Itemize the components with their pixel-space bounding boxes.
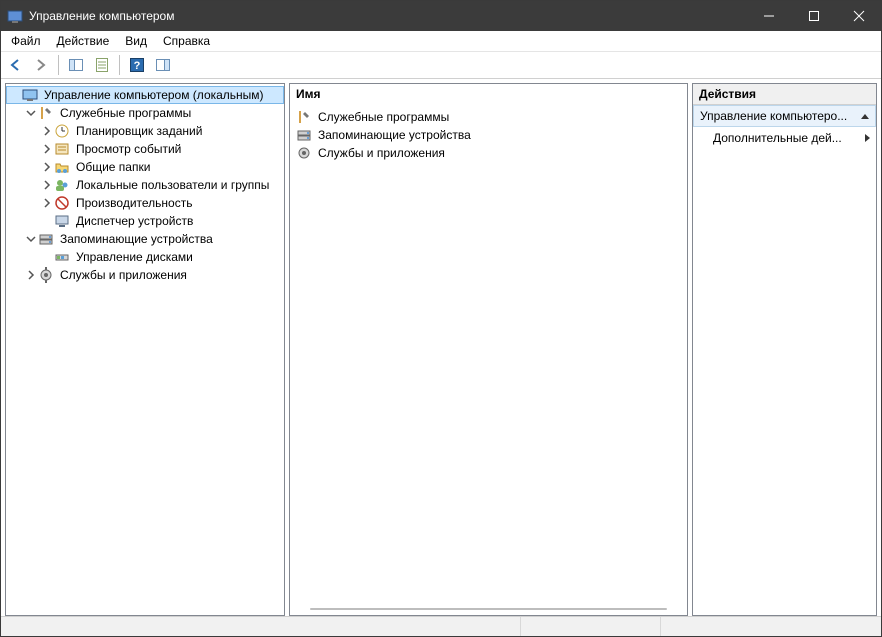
list-item-system-tools[interactable]: Служебные программы	[292, 108, 685, 126]
tree-system-tools-label: Служебные программы	[58, 106, 193, 120]
storage-icon	[38, 231, 54, 247]
tree-storage-label: Запоминающие устройства	[58, 232, 215, 246]
twisty-closed-icon[interactable]	[40, 142, 54, 156]
status-bar	[1, 616, 881, 636]
tree-storage[interactable]: Запоминающие устройства	[22, 230, 284, 248]
tree-event-viewer[interactable]: Просмотр событий	[38, 140, 284, 158]
tools-icon	[38, 105, 54, 121]
show-hide-action-pane-button[interactable]	[151, 53, 175, 77]
actions-header: Действия	[693, 84, 876, 105]
tree-root[interactable]: Управление компьютером (локальным)	[6, 86, 284, 104]
tree-device-manager[interactable]: Диспетчер устройств	[38, 212, 284, 230]
tree: Управление компьютером (локальным) Служе…	[6, 84, 284, 615]
tree-disk-management[interactable]: Управление дисками	[38, 248, 284, 266]
tree-disk-management-label: Управление дисками	[74, 250, 195, 264]
twisty-closed-icon[interactable]	[40, 160, 54, 174]
horizontal-scrollbar[interactable]	[310, 605, 667, 613]
tree-services-apps-label: Службы и приложения	[58, 268, 189, 282]
shared-folders-icon	[54, 159, 70, 175]
status-segment	[521, 617, 661, 636]
status-segment	[1, 617, 521, 636]
twisty-closed-icon[interactable]	[40, 124, 54, 138]
svg-text:?: ?	[134, 60, 141, 72]
menu-help[interactable]: Справка	[155, 32, 218, 50]
actions-more[interactable]: Дополнительные дей...	[693, 127, 876, 149]
app-window: Управление компьютером Файл Действие Вид…	[0, 0, 882, 637]
tree-performance-label: Производительность	[74, 196, 194, 210]
forward-button[interactable]	[29, 53, 53, 77]
minimize-button[interactable]	[746, 1, 791, 31]
back-button[interactable]	[3, 53, 27, 77]
menu-file[interactable]: Файл	[3, 32, 49, 50]
list-pane: Имя Служебные программы Запоминающие уст…	[289, 83, 688, 616]
clock-icon	[54, 123, 70, 139]
tree-shared-folders-label: Общие папки	[74, 160, 152, 174]
twisty-closed-icon[interactable]	[24, 268, 38, 282]
list-header-name[interactable]: Имя	[290, 84, 687, 106]
tree-root-label: Управление компьютером (локальным)	[42, 88, 266, 102]
title-bar: Управление компьютером	[1, 1, 881, 31]
window-title: Управление компьютером	[29, 9, 746, 23]
users-icon	[54, 177, 70, 193]
actions-more-label: Дополнительные дей...	[713, 131, 842, 145]
menu-action[interactable]: Действие	[49, 32, 118, 50]
computer-management-icon	[22, 87, 38, 103]
tree-performance[interactable]: Производительность	[38, 194, 284, 212]
menu-bar: Файл Действие Вид Справка	[1, 31, 881, 51]
event-viewer-icon	[54, 141, 70, 157]
services-icon	[38, 267, 54, 283]
list-item-storage[interactable]: Запоминающие устройства	[292, 126, 685, 144]
list-body: Служебные программы Запоминающие устройс…	[290, 106, 687, 605]
main-area: Управление компьютером (локальным) Служе…	[1, 79, 881, 616]
tree-task-scheduler-label: Планировщик заданий	[74, 124, 204, 138]
menu-view[interactable]: Вид	[117, 32, 155, 50]
tree-local-users[interactable]: Локальные пользователи и группы	[38, 176, 284, 194]
storage-icon	[296, 127, 312, 143]
tree-system-tools[interactable]: Служебные программы	[22, 104, 284, 122]
tree-shared-folders[interactable]: Общие папки	[38, 158, 284, 176]
list-item-services-apps[interactable]: Службы и приложения	[292, 144, 685, 162]
close-button[interactable]	[836, 1, 881, 31]
tree-services-apps[interactable]: Службы и приложения	[22, 266, 284, 284]
tools-icon	[296, 109, 312, 125]
tree-event-viewer-label: Просмотр событий	[74, 142, 183, 156]
actions-group-title-label: Управление компьютеро...	[700, 109, 847, 123]
twisty-open-icon[interactable]	[24, 232, 38, 246]
tree-device-manager-label: Диспетчер устройств	[74, 214, 195, 228]
collapse-icon	[861, 114, 869, 119]
actions-group-title[interactable]: Управление компьютеро...	[693, 105, 876, 127]
tree-task-scheduler[interactable]: Планировщик заданий	[38, 122, 284, 140]
disk-icon	[54, 249, 70, 265]
list-item-label: Служебные программы	[318, 110, 449, 124]
twisty-open-icon[interactable]	[24, 106, 38, 120]
twisty-closed-icon[interactable]	[40, 196, 54, 210]
actions-pane: Действия Управление компьютеро... Дополн…	[692, 83, 877, 616]
properties-button[interactable]	[90, 53, 114, 77]
performance-icon	[54, 195, 70, 211]
toolbar-separator	[119, 55, 120, 75]
status-segment	[661, 617, 881, 636]
device-manager-icon	[54, 213, 70, 229]
list-item-label: Запоминающие устройства	[318, 128, 471, 142]
twisty-closed-icon[interactable]	[40, 178, 54, 192]
services-icon	[296, 145, 312, 161]
help-button[interactable]: ?	[125, 53, 149, 77]
tree-pane: Управление компьютером (локальным) Служе…	[5, 83, 285, 616]
toolbar: ?	[1, 51, 881, 79]
toolbar-separator	[58, 55, 59, 75]
list-item-label: Службы и приложения	[318, 146, 445, 160]
tree-local-users-label: Локальные пользователи и группы	[74, 178, 271, 192]
show-hide-tree-button[interactable]	[64, 53, 88, 77]
maximize-button[interactable]	[791, 1, 836, 31]
app-icon	[7, 8, 23, 24]
submenu-icon	[865, 134, 870, 142]
